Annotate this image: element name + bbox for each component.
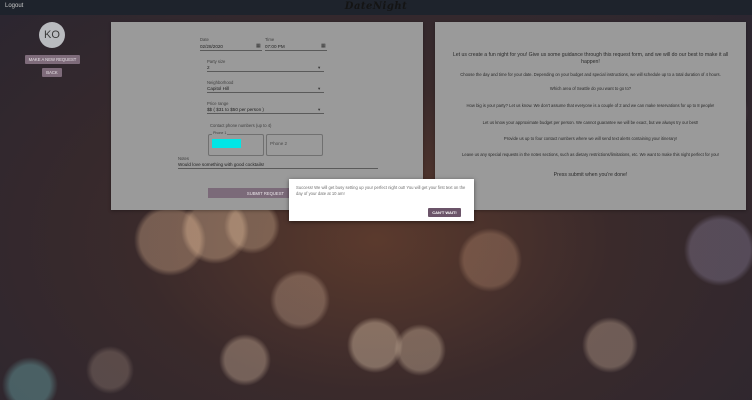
info-intro: Let us create a fun night for you! Give … [452,52,729,66]
info-paragraph: Choose the day and time for your date. D… [460,72,721,77]
party-underline [207,71,324,72]
info-closing: Press submit when you're done! [553,172,628,178]
party-size-label: Party size [207,59,226,64]
info-panel: Let us create a fun night for you! Give … [435,22,746,210]
calendar-icon[interactable]: ▦ [256,43,261,49]
cant-wait-button[interactable]: CAN'T WAIT! [428,208,461,217]
contact-phones-label: Contact phone numbers (up to 4) [210,123,272,128]
neighborhood-underline [207,92,324,93]
date-underline [200,50,262,51]
phone-1-value[interactable] [212,139,241,148]
neighborhood-label: Neighborhood [207,80,234,85]
make-new-request-button[interactable]: MAKE A NEW REQUEST [25,55,80,64]
price-underline [207,113,324,114]
notes-label: Notes [178,156,189,161]
notes-input[interactable]: Would love something with good cocktails… [178,162,264,167]
avatar[interactable]: KO [39,22,65,48]
phone-2-placeholder: Phone 2 [270,141,288,146]
price-range-select[interactable]: $$ ( $31 to $50 per person ) [207,107,264,112]
date-input[interactable]: 02/28/2020 [200,44,223,49]
top-bar: Logout DateNight [0,0,752,15]
time-underline [265,50,327,51]
info-paragraph: Let us know your approximate budget per … [482,120,699,125]
brand-logo: DateNight [344,1,408,12]
back-button[interactable]: BACK [42,68,62,77]
info-paragraph: Provide us up to four contact numbers wh… [503,136,678,141]
party-size-select[interactable]: 2 [207,65,210,70]
success-dialog: Success! We will get busy setting up you… [289,179,474,221]
neighborhood-select[interactable]: Capitol Hill [207,86,229,91]
time-input[interactable]: 07:00 PM [265,44,285,49]
notes-underline [178,168,378,169]
info-paragraph: Which area of Seattle do you want to go … [549,86,632,91]
info-paragraph: Leave us any special requests in the not… [462,152,719,157]
date-label: Date [200,37,209,42]
info-paragraph: How big is your party? Let us know. We d… [466,103,715,108]
time-label: Time [265,37,275,42]
success-message: Success! We will get busy setting up you… [296,185,466,197]
price-range-label: Price range [207,101,229,106]
phone-1-label: Phone 1 [212,131,228,135]
clock-icon[interactable]: ▦ [321,43,326,49]
